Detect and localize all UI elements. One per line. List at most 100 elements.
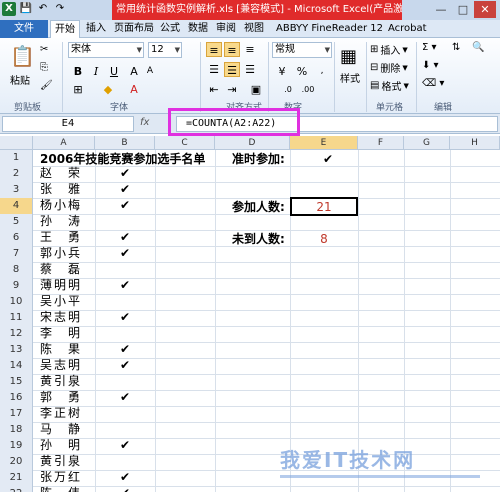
comma-icon[interactable]: , [314, 64, 330, 79]
attendance-check[interactable] [95, 261, 155, 278]
tab-page-layout[interactable]: 页面布局 [110, 20, 158, 38]
fill-color-icon[interactable]: ◆ [100, 82, 116, 97]
delete-button[interactable]: ⊟ 删除 ▼ [370, 60, 408, 75]
tab-data[interactable]: 数据 [184, 20, 212, 38]
sum-icon[interactable]: Σ ▾ [422, 42, 437, 53]
name-box[interactable]: E4 [2, 116, 134, 132]
tab-abbyy[interactable]: ABBYY FineReader 12 [272, 20, 387, 38]
font-size-select[interactable]: 12 ▼ [148, 42, 182, 58]
row-header[interactable]: 20 [0, 454, 33, 471]
attendance-check[interactable]: ✔ [95, 245, 155, 262]
font-name-select[interactable]: 宋体 ▼ [68, 42, 144, 58]
contestant-name[interactable]: 宋志明 [40, 309, 82, 326]
row-header[interactable]: 18 [0, 422, 33, 439]
row-header[interactable]: 4 [0, 198, 33, 215]
contestant-name[interactable]: 李 明 [40, 325, 82, 342]
column-header-f[interactable]: F [358, 136, 404, 150]
select-all-corner[interactable] [0, 136, 33, 150]
row-header[interactable]: 2 [0, 166, 33, 183]
attendance-check[interactable] [95, 213, 155, 230]
copy-icon[interactable]: ⎘ [40, 62, 48, 73]
contestant-name[interactable]: 陈 果 [40, 341, 82, 358]
absent-count[interactable]: 8 [290, 231, 358, 248]
grow-font-icon[interactable]: A [126, 64, 142, 79]
attendance-check[interactable]: ✔ [95, 469, 155, 486]
spreadsheet-grid[interactable]: A B C D E F G H 12赵 荣 ✔ 3 张 雅 ✔ 4 杨小梅 ✔ 5 孙 涛6王 勇… [0, 136, 500, 492]
tab-acrobat[interactable]: Acrobat [384, 20, 431, 38]
tab-file[interactable]: 文件 [0, 20, 48, 38]
row-header[interactable]: 14 [0, 358, 33, 375]
cut-icon[interactable]: ✂ [40, 44, 48, 55]
format-button[interactable]: ▤ 格式 ▼ [370, 78, 409, 93]
align-top-icon[interactable]: ≡ [206, 42, 222, 57]
attendance-check[interactable]: ✔ [95, 357, 155, 374]
row-header[interactable]: 10 [0, 294, 33, 311]
row-header[interactable]: 11 [0, 310, 33, 327]
paste-icon[interactable]: 📋 [10, 44, 35, 68]
column-header-e[interactable]: E [290, 136, 358, 150]
contestant-name[interactable]: 马 静 [40, 421, 82, 438]
label-absent[interactable]: 未到人数: [232, 231, 285, 248]
contestant-name[interactable]: 陈 伟 [40, 485, 82, 492]
row-header[interactable]: 3 [0, 182, 33, 199]
contestant-name[interactable]: 杨小梅 [40, 197, 82, 214]
increase-decimal-icon[interactable]: .0 [280, 82, 296, 97]
tab-view[interactable]: 视图 [240, 20, 268, 38]
column-header-d[interactable]: D [215, 136, 290, 150]
tab-review[interactable]: 审阅 [212, 20, 240, 38]
format-painter-icon[interactable]: 🖌 [40, 80, 53, 91]
tab-home[interactable]: 开始 [50, 20, 80, 38]
undo-icon[interactable]: ↶ [36, 2, 50, 16]
find-icon[interactable]: 🔍 [472, 42, 484, 53]
contestant-name[interactable]: 蔡 磊 [40, 261, 82, 278]
decrease-decimal-icon[interactable]: .00 [300, 82, 316, 97]
contestant-name[interactable]: 吴志明 [40, 357, 82, 374]
attendance-check[interactable]: ✔ [95, 341, 155, 358]
currency-icon[interactable]: ¥ [274, 64, 290, 79]
border-icon[interactable]: ⊞ [70, 82, 86, 97]
merge-icon[interactable]: ▣ [248, 82, 264, 97]
save-icon[interactable]: 💾 [19, 2, 33, 16]
attendance-check[interactable] [95, 293, 155, 310]
row-header[interactable]: 16 [0, 390, 33, 407]
row-header[interactable]: 17 [0, 406, 33, 423]
row-header[interactable]: 8 [0, 262, 33, 279]
align-left-icon[interactable]: ☰ [206, 62, 222, 77]
row-header[interactable]: 13 [0, 342, 33, 359]
row-header[interactable]: 22 [0, 486, 33, 492]
attendance-check[interactable] [95, 373, 155, 390]
attendance-check[interactable] [95, 453, 155, 470]
attendance-check[interactable] [95, 405, 155, 422]
redo-icon[interactable]: ↷ [53, 2, 67, 16]
contestant-name[interactable]: 黄引泉 [40, 453, 82, 470]
contestant-name[interactable]: 张 雅 [40, 181, 82, 198]
attendance-check[interactable] [95, 325, 155, 342]
insert-button[interactable]: ⊞ 插入 ▼ [370, 42, 408, 57]
attendance-check[interactable]: ✔ [95, 277, 155, 294]
close-button[interactable]: ✕ [474, 1, 496, 18]
selected-cell-e4[interactable] [290, 197, 358, 216]
label-on-time[interactable]: 准时参加: [232, 151, 285, 168]
shrink-font-icon[interactable]: A [142, 64, 158, 79]
fx-icon[interactable]: fx [140, 117, 149, 128]
percent-icon[interactable]: % [294, 64, 310, 79]
attendance-check[interactable]: ✔ [95, 437, 155, 454]
font-color-icon[interactable]: A [126, 82, 142, 97]
attendance-check[interactable] [95, 421, 155, 438]
attendance-check[interactable]: ✔ [95, 389, 155, 406]
contestant-name[interactable]: 张万红 [40, 469, 82, 486]
on-time-check[interactable]: ✔ [294, 151, 362, 168]
styles-button[interactable]: 样式 [340, 70, 360, 85]
contestant-name[interactable]: 孙 明 [40, 437, 82, 454]
label-joined[interactable]: 参加人数: [232, 199, 285, 216]
align-bottom-icon[interactable]: ≡ [242, 42, 258, 57]
row-header[interactable]: 1 [0, 150, 33, 167]
number-format-select[interactable]: 常规 ▼ [272, 42, 332, 58]
tab-insert[interactable]: 插入 [82, 20, 110, 38]
paste-button[interactable]: 粘贴 [10, 72, 30, 87]
indent-decrease-icon[interactable]: ⇤ [206, 82, 222, 97]
align-right-icon[interactable]: ☰ [242, 62, 258, 77]
contestant-name[interactable]: 薄明明 [40, 277, 82, 294]
minimize-button[interactable]: — [430, 1, 452, 18]
row-header[interactable]: 15 [0, 374, 33, 391]
